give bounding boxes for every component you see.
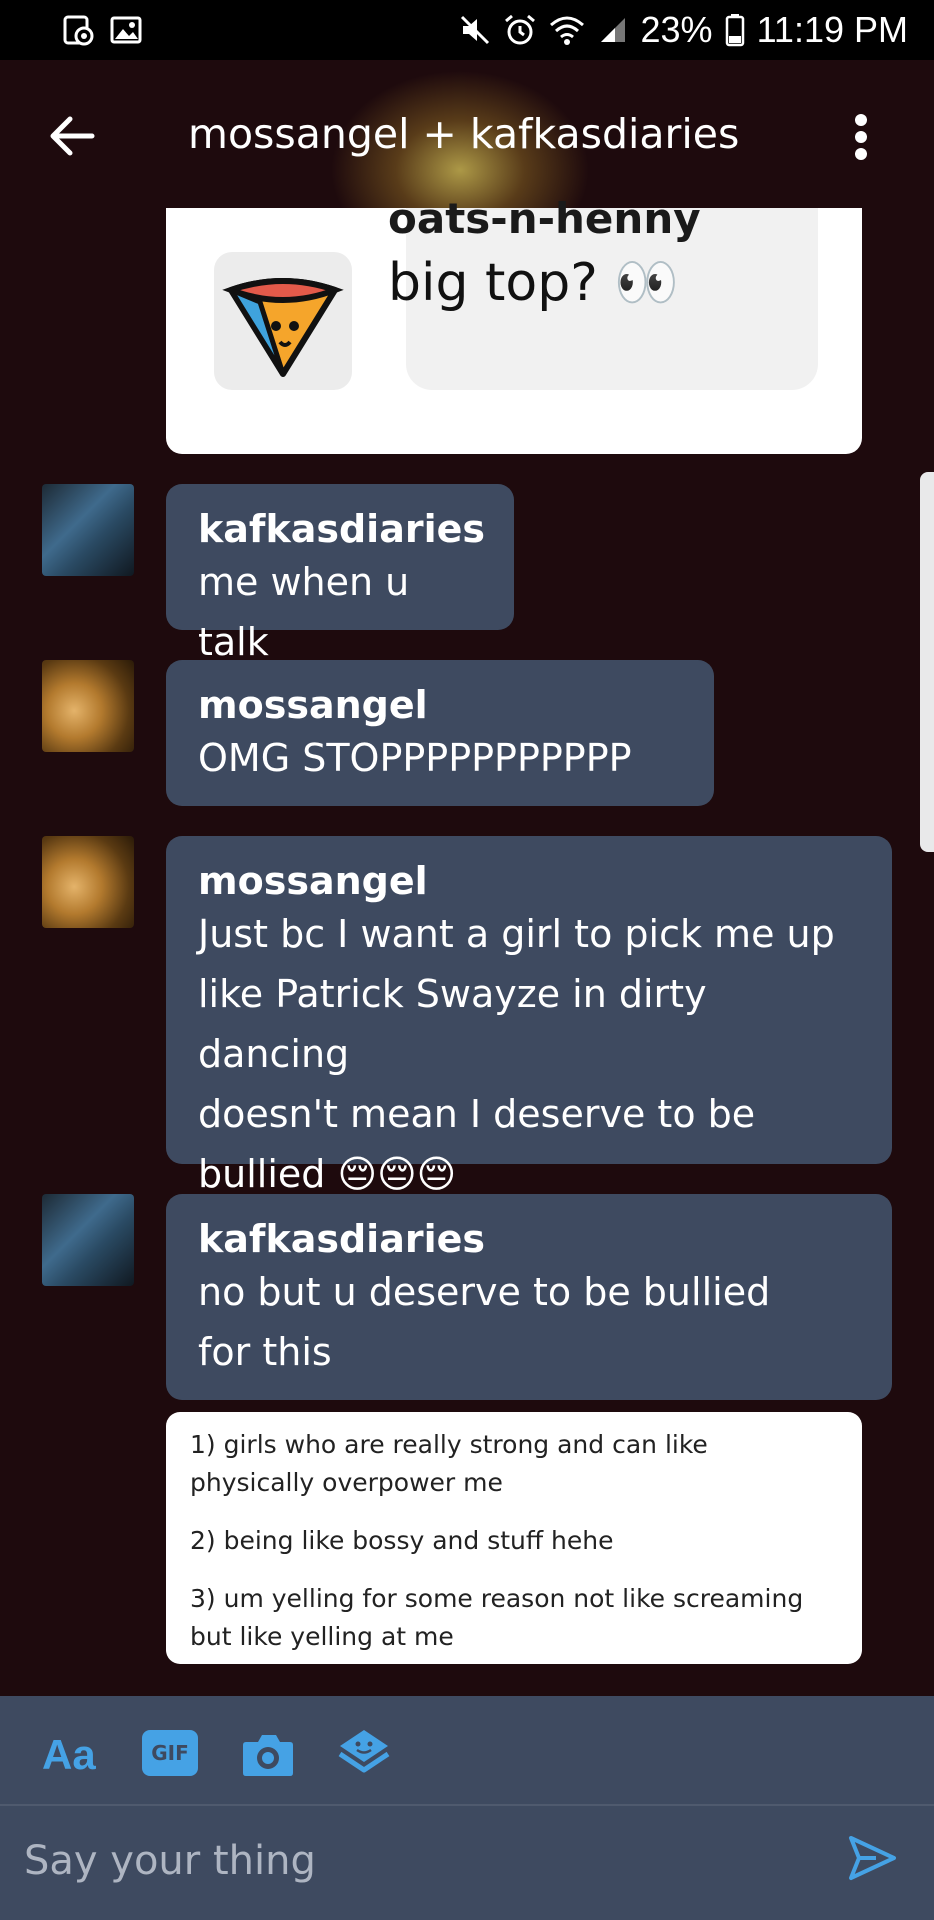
text-style-button[interactable]: Aa bbox=[42, 1730, 96, 1780]
shared-post-card[interactable]: oats-n-henny big top? 👀 bbox=[166, 194, 862, 454]
image-attachment[interactable]: 1) girls who are really strong and can l… bbox=[166, 1412, 862, 1664]
app-bar: mossangel + kafkasdiaries bbox=[0, 60, 934, 208]
gif-button[interactable]: GIF bbox=[142, 1730, 198, 1776]
shared-post-text: big top? 👀 bbox=[388, 253, 680, 313]
message-bubble: kafkasdiaries me when u talk bbox=[166, 484, 514, 664]
message-text-line: doesn't mean I deserve to be bbox=[198, 1092, 756, 1136]
conversation-title: mossangel + kafkasdiaries bbox=[188, 110, 740, 158]
message-bubble: mossangel OMG STOPPPPPPPPPPP bbox=[166, 660, 714, 806]
note-item: 3) um yelling for some reason not like s… bbox=[190, 1584, 804, 1651]
scrollbar-thumb[interactable] bbox=[920, 472, 934, 852]
status-right: 23% 11:19 PM bbox=[459, 9, 908, 51]
message-text: me when u talk bbox=[198, 560, 410, 664]
avatar-mossangel[interactable] bbox=[42, 660, 134, 752]
signal-icon bbox=[600, 18, 625, 42]
note-item: 1) girls who are really strong and can l… bbox=[190, 1430, 708, 1497]
message-sender[interactable]: mossangel bbox=[198, 682, 682, 728]
status-bar: 23% 11:19 PM bbox=[0, 0, 934, 60]
wifi-icon bbox=[549, 16, 584, 45]
message-sender[interactable]: kafkasdiaries bbox=[198, 506, 485, 552]
message-bubble: kafkasdiaries no but u deserve to be bul… bbox=[166, 1194, 892, 1400]
battery-percent: 23% bbox=[640, 9, 713, 50]
message-sender[interactable]: kafkasdiaries bbox=[198, 1216, 860, 1262]
clock: 11:19 PM bbox=[756, 9, 908, 50]
message-bubble: mossangel Just bc I want a girl to pick … bbox=[166, 836, 892, 1196]
message-text: OMG STOPPPPPPPPPPP bbox=[198, 736, 632, 780]
more-options-icon[interactable] bbox=[852, 114, 870, 160]
camera-icon[interactable] bbox=[240, 1730, 296, 1780]
sticker-icon[interactable] bbox=[336, 1726, 392, 1782]
message-input[interactable]: Say your thing bbox=[24, 1838, 316, 1884]
mute-icon bbox=[460, 15, 489, 45]
blog-avatar bbox=[214, 252, 352, 390]
gallery-icon bbox=[110, 16, 142, 44]
message-sender[interactable]: mossangel bbox=[198, 858, 860, 904]
message-text-line: for this bbox=[198, 1330, 332, 1374]
back-arrow-icon[interactable] bbox=[46, 110, 98, 162]
note-item: 2) being like bossy and stuff hehe bbox=[190, 1526, 614, 1555]
alarm-icon bbox=[504, 14, 535, 45]
message-text-line: like Patrick Swayze in dirty dancing bbox=[198, 972, 707, 1076]
message-text-line: no but u deserve to be bullied bbox=[198, 1270, 771, 1314]
composer: Aa GIF Say your thing bbox=[0, 1696, 934, 1920]
shared-post-blog-name: oats-n-henny bbox=[388, 194, 701, 243]
screen-record-icon bbox=[63, 15, 94, 46]
avatar-mossangel[interactable] bbox=[42, 836, 134, 928]
avatar-kafkasdiaries[interactable] bbox=[42, 1194, 134, 1286]
battery-icon bbox=[725, 14, 744, 47]
composer-divider bbox=[0, 1804, 934, 1806]
avatar-kafkasdiaries[interactable] bbox=[42, 484, 134, 576]
status-left bbox=[62, 14, 142, 46]
pizza-slice-icon bbox=[222, 278, 344, 377]
message-text-line: Just bc I want a girl to pick me up bbox=[198, 912, 835, 956]
send-icon[interactable] bbox=[846, 1832, 898, 1884]
